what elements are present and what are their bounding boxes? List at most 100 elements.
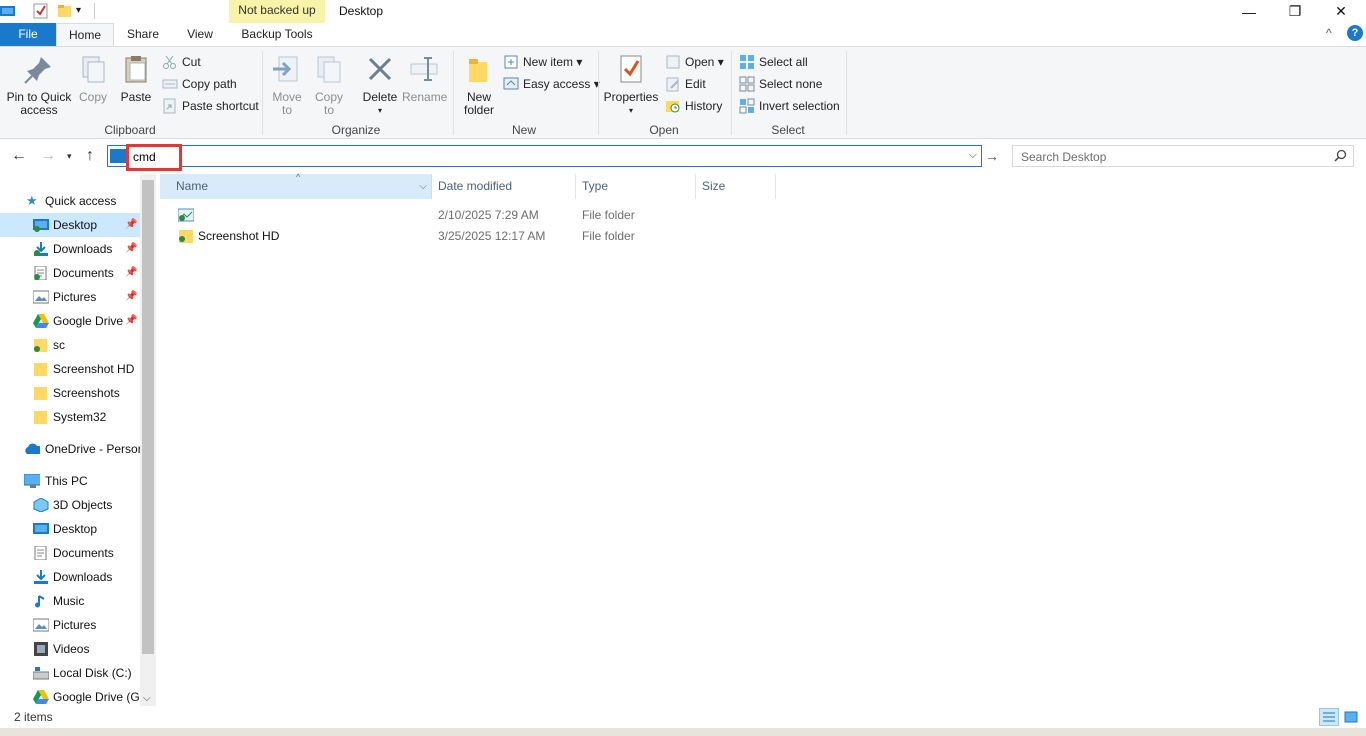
tab-home[interactable]: Home [56, 23, 114, 47]
nav-pc-documents[interactable]: Documents [0, 541, 140, 565]
column-header-size[interactable]: Size [696, 174, 776, 199]
downloads-icon [34, 242, 48, 256]
close-icon: ✕ [1335, 3, 1347, 19]
open-button[interactable]: Open ▾ [665, 52, 724, 72]
invert-selection-button[interactable]: Invert selection [739, 96, 840, 116]
column-header-type[interactable]: Type [576, 174, 696, 199]
nav-item-downloads[interactable]: Downloads 📌 [0, 237, 140, 261]
nav-pc-desktop[interactable]: Desktop [0, 517, 140, 541]
nav-this-pc[interactable]: This PC [0, 469, 140, 493]
open-label: Open [685, 55, 715, 69]
customize-quick-access-icon[interactable]: ▾ [76, 3, 92, 19]
nav-item-sc[interactable]: sc [0, 333, 140, 357]
nav-item-google-drive[interactable]: Google Drive 📌 [0, 309, 140, 333]
column-header-date-modified[interactable]: Date modified [432, 174, 576, 199]
music-icon [35, 595, 45, 608]
ribbon-home: Pin to Quick access Copy Paste Cut Copy … [0, 46, 1366, 139]
nav-item-documents[interactable]: Documents 📌 [0, 261, 140, 285]
pin-to-quick-access-button[interactable]: Pin to Quick access [6, 53, 72, 117]
rename-button[interactable]: Rename [402, 53, 448, 104]
pinned-icon: 📌 [125, 243, 138, 254]
table-row[interactable]: 2/10/2025 7:29 AM File folder [160, 205, 860, 226]
nav-item-screenshots[interactable]: Screenshots [0, 381, 140, 405]
minimize-icon: — [1242, 3, 1256, 20]
copy-path-button[interactable]: Copy path [162, 74, 237, 94]
tab-share[interactable]: Share [118, 23, 168, 46]
scroll-down-chevron-icon[interactable]: ⌵ [143, 693, 151, 704]
nav-pc-videos[interactable]: Videos [0, 637, 140, 661]
new-folder-quick-icon[interactable] [57, 3, 73, 19]
nav-pc-3d-objects[interactable]: 3D Objects [0, 493, 140, 517]
nav-scrollbar-thumb[interactable] [142, 180, 154, 654]
recent-locations-chevron-icon[interactable]: ▾ [67, 151, 72, 162]
copy-icon [77, 53, 109, 85]
forward-arrow-icon[interactable]: → [40, 147, 56, 165]
search-input[interactable]: Search Desktop [1021, 150, 1106, 164]
nav-item-screenshot-hd[interactable]: Screenshot HD [0, 357, 140, 381]
paste-shortcut-button[interactable]: Paste shortcut [162, 96, 259, 116]
help-icon[interactable]: ? [1347, 25, 1363, 41]
new-item-button[interactable]: New item ▾ [503, 52, 582, 72]
search-icon[interactable] [1334, 149, 1347, 165]
select-none-button[interactable]: Select none [739, 74, 822, 94]
easy-access-button[interactable]: Easy access ▾ [503, 74, 600, 94]
group-divider [262, 51, 263, 135]
nav-onedrive[interactable]: OneDrive - Persor [0, 437, 140, 461]
new-folder-icon [463, 53, 495, 85]
copy-button[interactable]: Copy [76, 53, 110, 104]
nav-pc-music[interactable]: Music [0, 589, 140, 613]
paste-icon [120, 53, 152, 85]
nav-pc-pictures[interactable]: Pictures [0, 613, 140, 637]
copy-to-button[interactable]: Copy to [312, 53, 346, 117]
nav-quick-access[interactable]: ★ Quick access [0, 189, 140, 213]
tab-file[interactable]: File [0, 23, 56, 46]
column-header-name[interactable]: Name ^ ⌵ [160, 172, 432, 199]
up-arrow-icon[interactable]: ↑ [86, 147, 94, 165]
nav-scrollbar[interactable]: ⌵ [140, 174, 156, 706]
history-button[interactable]: History [665, 96, 722, 116]
delete-button[interactable]: Delete ▾ [360, 53, 400, 117]
nav-pc-google-drive[interactable]: Google Drive (G: [0, 685, 140, 706]
back-arrow-icon[interactable]: ← [11, 147, 27, 165]
invert-selection-icon [739, 98, 755, 114]
go-arrow-icon[interactable]: → [985, 148, 999, 164]
nav-pc-downloads[interactable]: Downloads [0, 565, 140, 589]
nav-item-system32[interactable]: System32 [0, 405, 140, 429]
minimize-button[interactable]: — [1226, 0, 1272, 23]
paste-button[interactable]: Paste [118, 53, 154, 104]
new-item-icon [503, 54, 519, 70]
properties-quick-icon[interactable] [33, 3, 49, 19]
tab-view[interactable]: View [178, 23, 222, 46]
address-bar[interactable]: cmd ⌵ [107, 144, 982, 171]
pinned-icon: 📌 [125, 219, 138, 230]
address-input[interactable]: cmd [133, 150, 156, 164]
group-divider [453, 51, 454, 135]
nav-item-desktop[interactable]: Desktop 📌 [0, 213, 140, 237]
move-to-icon [271, 53, 303, 85]
delete-label: Delete [362, 90, 398, 104]
nav-pc-local-disk[interactable]: Local Disk (C:) [0, 661, 140, 685]
maximize-button[interactable]: ❐ [1272, 0, 1318, 23]
videos-icon [34, 642, 48, 656]
address-dropdown-chevron-icon[interactable]: ⌵ [969, 149, 977, 162]
select-group-label: Select [771, 123, 805, 137]
details-view-button[interactable] [1319, 708, 1339, 726]
nav-item-pictures[interactable]: Pictures 📌 [0, 285, 140, 309]
new-folder-button[interactable]: New folder [460, 53, 498, 117]
column-filter-chevron-icon[interactable]: ⌵ [419, 174, 427, 199]
move-to-button[interactable]: Move to [270, 53, 304, 117]
select-all-button[interactable]: Select all [739, 52, 808, 72]
close-button[interactable]: ✕ [1318, 0, 1364, 23]
properties-button[interactable]: Properties ▾ [603, 53, 659, 117]
cut-button[interactable]: Cut [162, 52, 201, 72]
collapse-ribbon-icon[interactable]: ^ [1326, 26, 1332, 40]
table-row[interactable]: Screenshot HD 3/25/2025 12:17 AM File fo… [160, 226, 860, 247]
search-box[interactable]: Search Desktop [1012, 145, 1354, 167]
google-drive-icon [33, 690, 49, 704]
row-date-modified: 2/10/2025 7:29 AM [438, 208, 539, 222]
edit-button[interactable]: Edit [665, 74, 706, 94]
tab-backup-tools[interactable]: Backup Tools [229, 23, 325, 46]
group-divider [731, 51, 732, 135]
large-icons-view-button[interactable] [1341, 708, 1361, 726]
rename-label: Rename [402, 90, 448, 104]
